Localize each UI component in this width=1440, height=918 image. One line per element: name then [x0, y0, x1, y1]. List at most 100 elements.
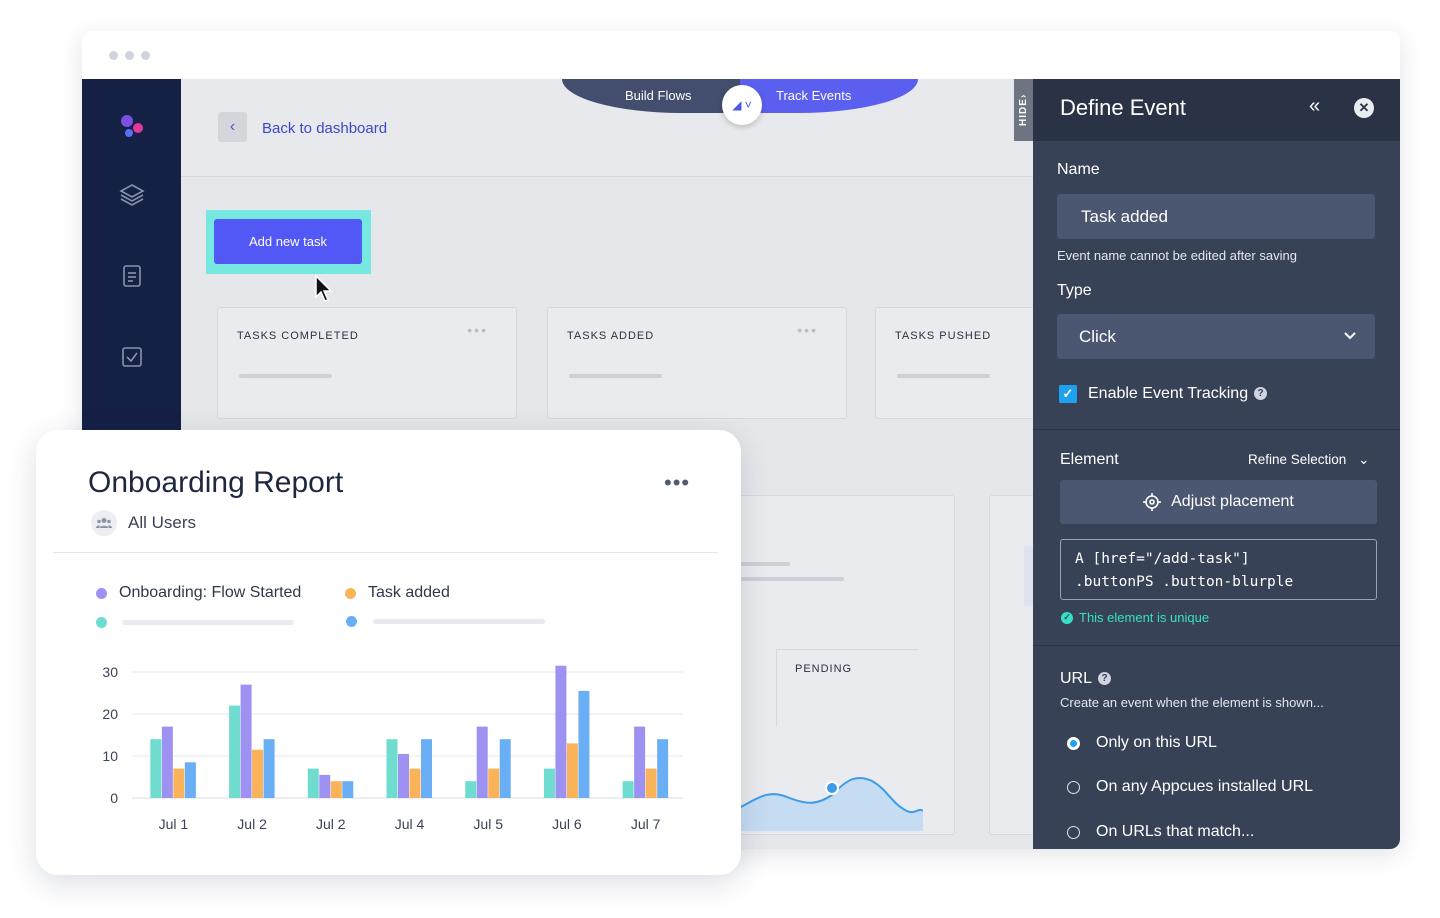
stat-title: TASKS ADDED — [567, 330, 655, 342]
url-option-label: Only on this URL — [1096, 734, 1217, 751]
x-tick-label: Jul 6 — [552, 816, 582, 832]
placeholder-line — [740, 562, 790, 566]
build-flows-tab[interactable]: Build Flows — [562, 79, 740, 113]
x-tick-label: Jul 7 — [631, 816, 661, 832]
y-tick-label: 30 — [102, 664, 118, 680]
bar — [319, 774, 331, 798]
chevron-down-icon — [1344, 332, 1356, 340]
chevron-down-icon: ⌄ — [1358, 452, 1370, 467]
url-option-label: On any Appcues installed URL — [1096, 778, 1314, 795]
y-tick-label: 20 — [102, 706, 118, 722]
adjust-placement-label: Adjust placement — [1171, 493, 1294, 510]
crosshair-icon — [1143, 493, 1162, 511]
checkbox-icon[interactable] — [119, 344, 145, 370]
bar — [229, 705, 241, 798]
add-task-highlight: Add new task — [206, 210, 371, 274]
selector-box[interactable]: A [href="/add-task"] .buttonPS .button-b… — [1060, 539, 1377, 600]
more-icon[interactable]: ••• — [797, 322, 818, 338]
pending-area-chart — [737, 776, 923, 831]
bar — [263, 739, 275, 798]
track-events-label: Track Events — [776, 88, 852, 103]
element-label: Element — [1060, 451, 1119, 468]
event-name-value: Task added — [1081, 207, 1168, 226]
add-new-task-button[interactable]: Add new task — [214, 219, 362, 264]
define-event-panel: Define Event « ✕ Name Task added Event n… — [1033, 79, 1400, 849]
unique-status: ✓ This element is unique — [1061, 610, 1209, 625]
type-value: Click — [1079, 327, 1116, 346]
stat-card-tasks-pushed: TASKS PUSHED — [875, 307, 1045, 419]
bar — [488, 768, 500, 798]
name-label: Name — [1057, 161, 1100, 178]
bar — [476, 726, 488, 798]
divider — [1033, 429, 1400, 430]
panel-title: Define Event — [1060, 95, 1186, 120]
layers-icon[interactable] — [119, 182, 145, 208]
panel-header: Define Event « ✕ — [1033, 79, 1400, 141]
bar — [409, 768, 421, 798]
bar — [252, 749, 264, 798]
track-events-tab[interactable]: Track Events — [740, 79, 918, 113]
pending-label: PENDING — [795, 663, 853, 675]
bar-chart: 0 10 20 30 Jul 1 Jul 2 Jul 2 Jul 4 Jul 5 Jul 6 Jul… — [102, 664, 683, 832]
bar — [543, 768, 555, 798]
stat-card-tasks-added: TASKS ADDED ••• — [547, 307, 847, 419]
bar — [657, 739, 669, 798]
more-icon[interactable]: ••• — [467, 322, 488, 338]
radio-unselected[interactable] — [1067, 780, 1080, 794]
type-select[interactable]: Click — [1057, 314, 1375, 359]
window-controls — [109, 51, 150, 60]
refine-selection-dropdown[interactable]: Refine Selection ⌄ — [1248, 452, 1369, 468]
bar — [645, 768, 657, 798]
radio-unselected[interactable] — [1067, 825, 1080, 839]
url-option-match[interactable]: On URLs that match... — [1067, 823, 1254, 841]
chevron-left-icon: ‹ — [229, 118, 236, 135]
divider — [1033, 645, 1400, 646]
logo-icon[interactable] — [119, 113, 145, 139]
y-tick-label: 0 — [110, 790, 118, 806]
url-option-this[interactable]: Only on this URL — [1067, 734, 1217, 752]
enable-tracking-row: Enable Event Tracking? — [1088, 385, 1268, 403]
help-icon[interactable]: ? — [1098, 672, 1112, 686]
x-tick-label: Jul 2 — [237, 816, 267, 832]
close-icon[interactable]: ✕ — [1354, 98, 1374, 118]
check-circle-icon: ✓ — [1061, 611, 1073, 624]
hide-label: HIDE — [1018, 98, 1029, 127]
adjust-placement-button[interactable]: Adjust placement — [1060, 480, 1377, 524]
unique-label: This element is unique — [1079, 610, 1210, 625]
radio-selected[interactable] — [1067, 736, 1080, 750]
help-icon[interactable]: ? — [1254, 387, 1268, 401]
url-hint: Create an event when the element is show… — [1060, 695, 1324, 710]
collapse-double-chevron-icon[interactable]: « — [1309, 95, 1320, 118]
appcues-toggle-knob[interactable]: ◢ ˅ — [722, 85, 762, 125]
url-option-label: On URLs that match... — [1096, 823, 1255, 840]
build-flows-label: Build Flows — [625, 88, 692, 103]
type-label: Type — [1057, 282, 1092, 299]
stat-title: TASKS COMPLETED — [237, 330, 359, 342]
bar — [622, 781, 634, 798]
x-tick-label: Jul 4 — [395, 816, 425, 832]
event-name-field[interactable]: Task added — [1057, 194, 1375, 239]
bar — [386, 739, 398, 798]
placeholder-line — [569, 374, 662, 378]
bar — [421, 739, 432, 798]
url-option-any[interactable]: On any Appcues installed URL — [1067, 778, 1313, 796]
y-tick-label: 10 — [102, 748, 118, 764]
back-to-dashboard-link[interactable]: Back to dashboard — [262, 120, 387, 137]
enable-tracking-checkbox[interactable]: ✓ — [1059, 385, 1077, 403]
x-tick-label: Jul 1 — [159, 816, 189, 832]
x-tick-label: Jul 2 — [316, 816, 346, 832]
pending-column: PENDING — [776, 649, 918, 727]
document-icon[interactable] — [119, 263, 145, 289]
url-label: URL — [1060, 670, 1093, 687]
bar — [499, 739, 511, 798]
hide-panel-tab[interactable]: HIDE › — [1014, 79, 1033, 141]
x-tick-label: Jul 5 — [473, 816, 503, 832]
stat-card-tasks-completed: TASKS COMPLETED ••• — [217, 307, 517, 419]
bar — [465, 781, 477, 798]
selector-line: A [href="/add-task"] — [1075, 551, 1250, 567]
back-button[interactable]: ‹ — [218, 112, 247, 142]
bar — [578, 690, 590, 798]
onboarding-report-card: Onboarding Report ••• All Users Onboardi… — [36, 430, 741, 875]
bar — [555, 665, 567, 798]
bar — [307, 768, 319, 798]
